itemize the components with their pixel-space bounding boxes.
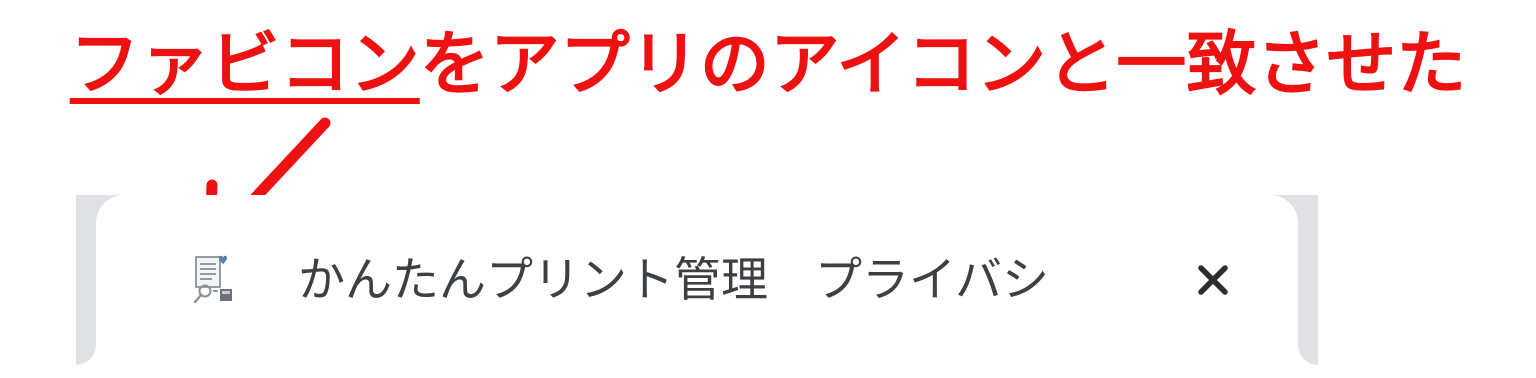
screenshot-canvas: ファビコンをアプリのアイコンと一致させた かんたんプリント管理 プライバシ (0, 0, 1536, 378)
browser-tab-strip: かんたんプリント管理 プライバシ (76, 195, 1318, 365)
tab-corner-right (1278, 325, 1318, 365)
close-icon (1198, 265, 1228, 295)
tab-close-button[interactable] (1188, 255, 1238, 305)
headline-underlined-text: ファビコン (69, 23, 420, 105)
document-search-favicon-icon (193, 255, 232, 304)
tab-corner-left (76, 325, 116, 365)
headline-text: をアプリのアイコンと一致させた (419, 23, 1467, 105)
browser-tab-active[interactable]: かんたんプリント管理 プライバシ (76, 195, 1318, 365)
annotation-headline: ファビコンをアプリのアイコンと一致させた (0, 22, 1536, 106)
tab-title: かんたんプリント管理 プライバシ (298, 253, 1050, 308)
